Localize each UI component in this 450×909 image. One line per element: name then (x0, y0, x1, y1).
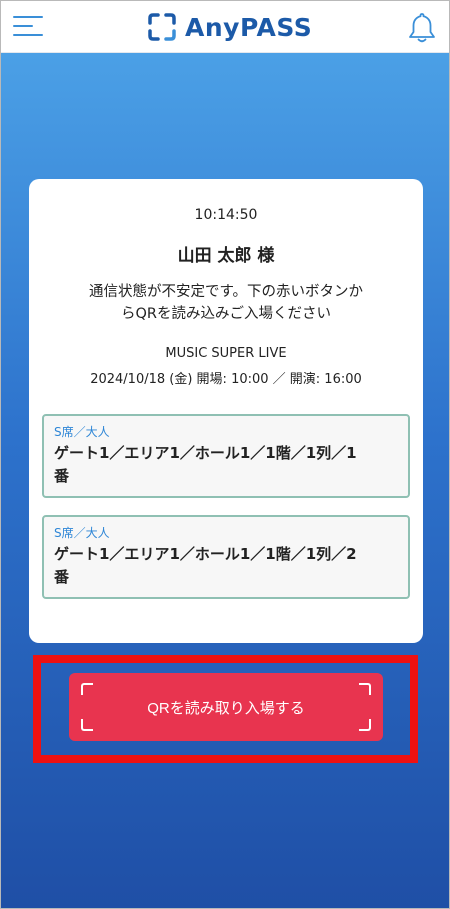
ticket-seat-line-2: 番 (54, 467, 70, 485)
ticket-seat-line-1: ゲート1／エリア1／ホール1／1階／1列／1 (54, 444, 357, 462)
ticket-type: S席／大人 (54, 425, 110, 439)
bell-icon[interactable] (406, 11, 438, 45)
qr-scan-entry-button[interactable]: QRを読み取り入場する (69, 673, 383, 741)
main-content: 10:14:50 山田 太郎 様 通信状態が不安定です。下の赤いボタンか らQR… (1, 53, 449, 908)
current-time: 10:14:50 (194, 207, 258, 223)
ticket-info-card: 10:14:50 山田 太郎 様 通信状態が不安定です。下の赤いボタンか らQR… (29, 179, 423, 643)
user-name: 山田 太郎 様 (177, 246, 275, 266)
ticket-seat-line-1: ゲート1／エリア1／ホール1／1階／1列／2 (54, 545, 357, 563)
connection-notice: 通信状態が不安定です。下の赤いボタンか らQRを読み込みご入場ください (69, 281, 383, 325)
ticket-seat: ゲート1／エリア1／ホール1／1階／1列／1 番 (54, 442, 398, 488)
ticket-item: S席／大人 ゲート1／エリア1／ホール1／1階／1列／2 番 (42, 515, 410, 599)
app-logo: AnyPASS (147, 11, 312, 43)
ticket-seat-line-2: 番 (54, 568, 70, 586)
app-screen: AnyPASS 10:14:50 山田 太郎 様 通信状態が不安定です。下の赤い… (0, 0, 450, 909)
notice-line-2: らQRを読み込みご入場ください (121, 306, 331, 322)
ticket-seat: ゲート1／エリア1／ホール1／1階／1列／2 番 (54, 543, 398, 589)
ticket-type: S席／大人 (54, 526, 110, 540)
notice-line-1: 通信状態が不安定です。下の赤いボタンか (88, 284, 364, 300)
hamburger-menu-icon[interactable] (13, 14, 43, 38)
logo-bracket-icon (148, 13, 176, 41)
qr-button-label: QRを読み取り入場する (147, 699, 305, 717)
logo-text: AnyPASS (185, 12, 313, 42)
event-datetime: 2024/10/18 (金) 開場: 10:00 ／ 開演: 16:00 (90, 372, 362, 387)
ticket-item: S席／大人 ゲート1／エリア1／ホール1／1階／1列／1 番 (42, 414, 410, 498)
app-header: AnyPASS (1, 1, 449, 53)
event-name: MUSIC SUPER LIVE (165, 346, 287, 361)
